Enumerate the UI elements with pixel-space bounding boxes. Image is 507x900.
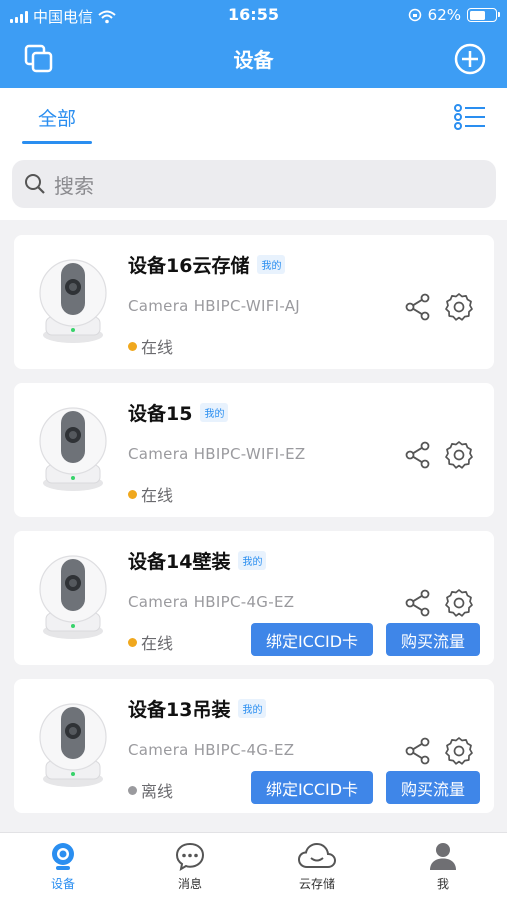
device-card[interactable]: 设备14壁装 我的 Camera HBIPC-4G-EZ 在线 绑定ICCID卡 购买流量 <box>14 531 494 665</box>
device-model: Camera HBIPC-4G-EZ <box>128 741 295 759</box>
filter-tabs: 全部 <box>0 88 507 148</box>
status-dot <box>128 489 137 499</box>
search-section: 搜索 <box>0 148 507 220</box>
status-label: 在线 <box>141 486 174 505</box>
status-dot <box>128 341 137 351</box>
device-card[interactable]: 设备16云存储 我的 Camera HBIPC-WIFI-AJ 在线 <box>14 235 494 369</box>
tab-cloud[interactable]: 云存储 <box>277 841 357 892</box>
device-status: 离线 <box>128 778 173 802</box>
device-status: 在线 <box>128 334 173 358</box>
status-dot <box>128 637 137 647</box>
status-label: 在线 <box>141 338 174 357</box>
device-name: 设备16云存储 <box>128 255 250 277</box>
share-icon[interactable] <box>404 441 432 469</box>
device-title-row: 设备16云存储 我的 <box>128 251 286 278</box>
tab-me-label: 我 <box>436 877 449 891</box>
camera-thumbnail <box>38 405 108 493</box>
settings-gear-icon[interactable] <box>444 588 474 618</box>
battery-percent: 62% <box>427 6 461 24</box>
owner-tag: 我的 <box>200 403 229 422</box>
tab-messages-label: 消息 <box>177 877 202 891</box>
settings-gear-icon[interactable] <box>444 440 474 470</box>
battery-icon <box>467 8 500 22</box>
device-title-row: 设备13吊装 我的 <box>128 695 267 722</box>
cloud-icon <box>297 842 337 868</box>
search-input[interactable]: 搜索 <box>12 160 496 208</box>
camera-thumbnail <box>38 257 108 345</box>
status-right: 62% <box>408 6 500 24</box>
device-status: 在线 <box>128 630 173 654</box>
share-icon[interactable] <box>404 293 432 321</box>
settings-gear-icon[interactable] <box>444 292 474 322</box>
list-view-icon[interactable] <box>453 102 487 132</box>
device-name: 设备15 <box>128 403 193 425</box>
add-circle-icon[interactable] <box>453 42 487 76</box>
owner-tag: 我的 <box>238 699 267 718</box>
tab-cloud-label: 云存储 <box>298 877 335 891</box>
buy-data-button[interactable]: 购买流量 <box>386 771 480 804</box>
tab-indicator <box>22 141 92 144</box>
person-icon <box>430 843 456 870</box>
device-model: Camera HBIPC-WIFI-AJ <box>128 297 301 315</box>
battery-level <box>469 10 485 20</box>
status-label: 在线 <box>141 634 174 653</box>
device-model: Camera HBIPC-4G-EZ <box>128 593 295 611</box>
status-dot <box>128 785 137 795</box>
bind-iccid-button[interactable]: 绑定ICCID卡 <box>251 623 373 656</box>
status-label: 离线 <box>141 782 174 801</box>
page-title: 设备 <box>233 48 274 72</box>
share-icon[interactable] <box>404 589 432 617</box>
device-name: 设备14壁装 <box>128 551 231 573</box>
camera-thumbnail <box>38 701 108 789</box>
device-card[interactable]: 设备15 我的 Camera HBIPC-WIFI-EZ 在线 <box>14 383 494 517</box>
camera-icon <box>52 843 74 870</box>
device-model: Camera HBIPC-WIFI-EZ <box>128 445 306 463</box>
device-title-row: 设备15 我的 <box>128 399 229 426</box>
tab-devices[interactable]: 设备 <box>23 841 103 892</box>
status-bar: 中国电信 16:55 62% <box>0 0 507 30</box>
top-bar: 中国电信 16:55 62% 设备 <box>0 0 507 88</box>
share-icon[interactable] <box>404 737 432 765</box>
buy-data-button[interactable]: 购买流量 <box>386 623 480 656</box>
bind-iccid-button[interactable]: 绑定ICCID卡 <box>251 771 373 804</box>
tab-all[interactable]: 全部 <box>22 104 92 131</box>
tab-devices-label: 设备 <box>50 877 75 891</box>
owner-tag: 我的 <box>257 255 286 274</box>
bottom-tab-bar: 设备 消息 云存储 我 <box>0 832 507 900</box>
camera-thumbnail <box>38 553 108 641</box>
device-card[interactable]: 设备13吊装 我的 Camera HBIPC-4G-EZ 离线 绑定ICCID卡 购买流量 <box>14 679 494 813</box>
tab-messages[interactable]: 消息 <box>150 841 230 892</box>
settings-gear-icon[interactable] <box>444 736 474 766</box>
orientation-lock-icon <box>408 8 421 22</box>
search-icon <box>25 174 45 194</box>
search-placeholder: 搜索 <box>54 173 94 198</box>
device-title-row: 设备14壁装 我的 <box>128 547 267 574</box>
message-bubble-icon <box>175 842 205 871</box>
device-name: 设备13吊装 <box>128 699 231 721</box>
owner-tag: 我的 <box>238 551 267 570</box>
device-status: 在线 <box>128 482 173 506</box>
tab-me[interactable]: 我 <box>403 841 483 892</box>
